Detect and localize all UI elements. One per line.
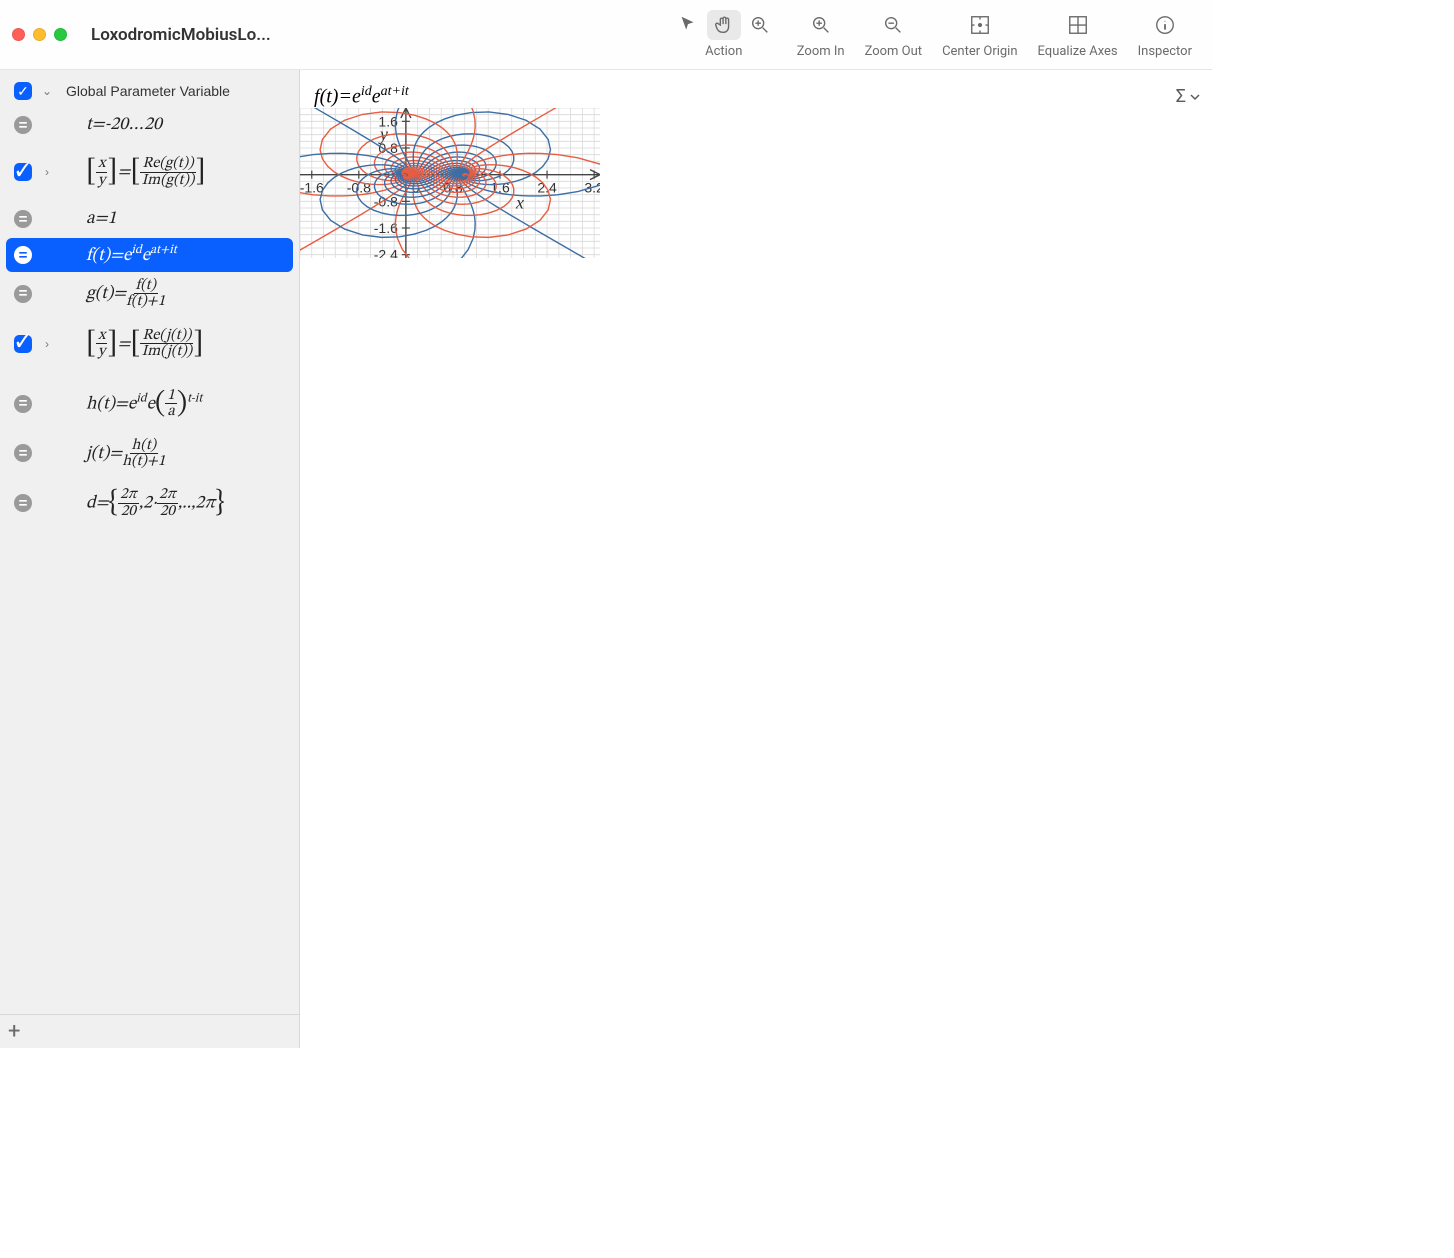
plot-title: f(t)=eideat+it <box>314 84 409 109</box>
hand-icon <box>713 14 735 36</box>
hand-tool[interactable] <box>707 10 741 40</box>
expression: g(t)=f(t)f(t)+1 <box>62 278 291 310</box>
sidebar-header[interactable]: ✓ ⌄ Global Parameter Variable <box>0 74 299 108</box>
definition-row[interactable]: = j(t)=h(t)h(t)+1 <box>0 434 299 474</box>
expression: [xy]=[Re(j(t))Im(j(t))] <box>62 326 291 362</box>
definition-row[interactable]: = f(t)=eideat+it <box>6 238 293 272</box>
toolbar: LoxodromicMobiusLo... Action <box>0 0 1212 70</box>
window-controls <box>12 28 67 41</box>
equals-badge[interactable]: = <box>14 395 32 413</box>
definition-row[interactable]: ✓ › [xy]=[Re(j(t))Im(j(t))] <box>0 314 299 374</box>
expression: j(t)=h(t)h(t)+1 <box>62 438 291 470</box>
disclosure-triangle[interactable]: › <box>40 165 54 179</box>
definition-row[interactable]: = h(t)=eide(1a)t-it <box>0 374 299 434</box>
definition-list: ✓ ⌄ Global Parameter Variable = t=-20…20 ✓ › [x… <box>0 70 299 1014</box>
add-definition-button[interactable]: + <box>0 1014 299 1048</box>
visibility-checkbox[interactable]: ✓ <box>14 82 32 100</box>
equalize-axes-button[interactable]: Equalize Axes <box>1030 8 1126 61</box>
document-title: LoxodromicMobiusLo... <box>91 25 271 45</box>
sigma-icon: Σ <box>1176 86 1186 107</box>
pointer-icon <box>677 14 699 36</box>
center-origin-icon <box>969 14 991 36</box>
svg-text:2.4: 2.4 <box>537 180 557 196</box>
disclosure-triangle[interactable]: › <box>40 337 54 351</box>
expression: d={2π20,2·2π20,..,2π} <box>62 485 291 521</box>
chevron-down-icon <box>1190 92 1200 102</box>
svg-text:-2.4: -2.4 <box>374 247 398 258</box>
equalize-axes-icon <box>1067 14 1089 36</box>
minimize-window-button[interactable] <box>33 28 46 41</box>
equals-badge[interactable]: = <box>14 494 32 512</box>
plot-series-menu[interactable]: Σ <box>1176 86 1200 107</box>
zoom-in-icon <box>810 14 832 36</box>
info-icon <box>1154 14 1176 36</box>
definition-row[interactable]: = a=1 <box>0 202 299 236</box>
visibility-checkbox[interactable]: ✓ <box>14 163 32 181</box>
svg-text:-1.6: -1.6 <box>374 220 398 236</box>
definition-row[interactable]: = d={2π20,2·2π20,..,2π} <box>0 473 299 533</box>
definition-row[interactable]: = t=-20…20 <box>0 108 299 142</box>
svg-text:-0.8: -0.8 <box>374 193 398 209</box>
zoom-in-button[interactable]: Zoom In <box>789 8 853 61</box>
action-tool-group: Action <box>663 8 785 61</box>
equals-badge[interactable]: = <box>14 285 32 303</box>
plot-area[interactable]: f(t)=eideat+it Σ -1.6-0.800.81.62.43.2-2… <box>300 70 1212 1048</box>
definition-row[interactable]: ✓ › [xy]=[Re(g(t))Im(g(t))] <box>0 142 299 202</box>
zoom-out-button[interactable]: Zoom Out <box>857 8 930 61</box>
equals-badge[interactable]: = <box>14 210 32 228</box>
expression: f(t)=eideat+it <box>62 242 285 268</box>
center-origin-button[interactable]: Center Origin <box>934 8 1025 61</box>
pointer-tool[interactable] <box>671 10 705 40</box>
close-window-button[interactable] <box>12 28 25 41</box>
plot-canvas[interactable]: -1.6-0.800.81.62.43.2-2.4-1.6-0.80.81.6x… <box>300 108 600 258</box>
expression: t=-20…20 <box>62 114 291 137</box>
action-label: Action <box>705 44 742 59</box>
svg-text:y: y <box>378 124 388 144</box>
sidebar: ✓ ⌄ Global Parameter Variable = t=-20…20 ✓ › [x… <box>0 70 300 1048</box>
magnifier-plus-icon <box>749 14 771 36</box>
sidebar-header-label: Global Parameter Variable <box>62 83 291 99</box>
definition-row[interactable]: = g(t)=f(t)f(t)+1 <box>0 274 299 314</box>
zoom-window-button[interactable] <box>54 28 67 41</box>
visibility-checkbox[interactable]: ✓ <box>14 335 32 353</box>
inspector-button[interactable]: Inspector <box>1130 8 1200 61</box>
equals-badge[interactable]: = <box>14 116 32 134</box>
expression: [xy]=[Re(g(t))Im(g(t))] <box>62 154 291 190</box>
disclosure-triangle[interactable]: ⌄ <box>40 84 54 98</box>
expression: a=1 <box>62 208 291 231</box>
equals-badge[interactable]: = <box>14 246 32 264</box>
zoom-out-icon <box>882 14 904 36</box>
zoom-tool[interactable] <box>743 10 777 40</box>
expression: h(t)=eide(1a)t-it <box>62 386 291 422</box>
equals-badge[interactable]: = <box>14 444 32 462</box>
